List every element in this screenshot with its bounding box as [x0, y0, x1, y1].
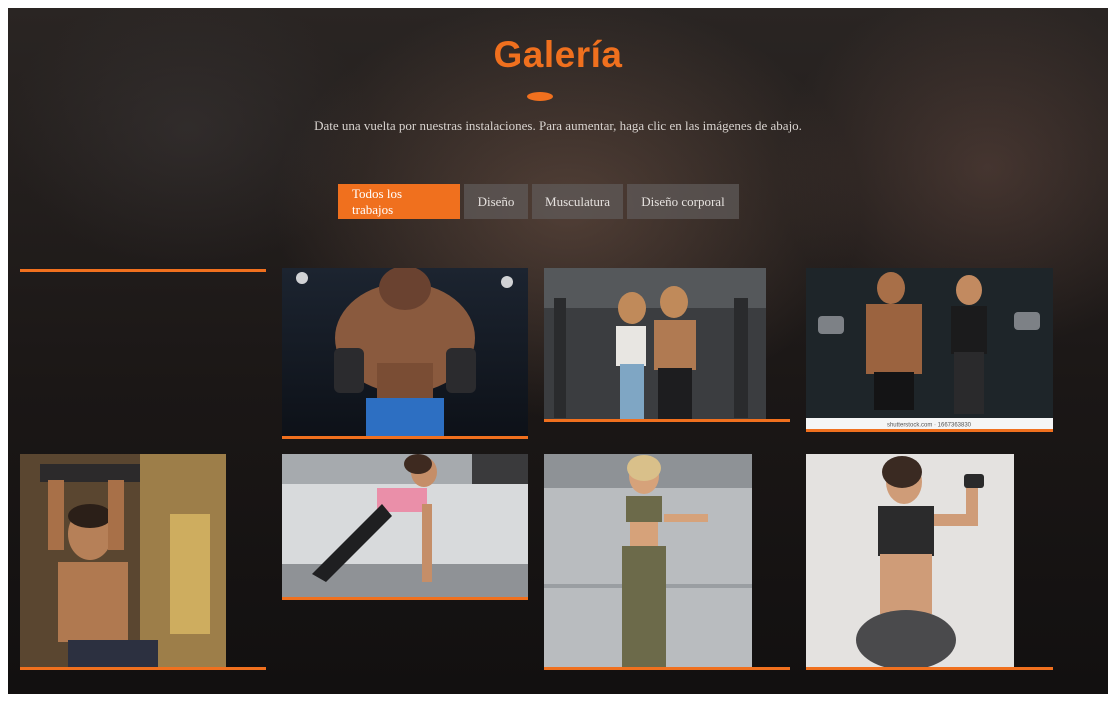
watermark-caption: shutterstock.com · 1667363830	[887, 423, 972, 429]
filter-all-button[interactable]: Todos los trabajos	[338, 184, 460, 219]
gallery-item-woman-pushup[interactable]	[282, 454, 528, 600]
filter-body-design-button[interactable]: Diseño corporal	[627, 184, 739, 219]
gallery-item-couple-gym[interactable]	[544, 268, 790, 422]
gallery-image[interactable]	[544, 268, 766, 419]
gallery-item-man-pullup[interactable]	[20, 454, 266, 670]
gallery-image[interactable]	[544, 454, 752, 667]
gallery-item-bodybuilder[interactable]	[282, 268, 528, 439]
gallery-section: Galería Date una vuelta por nuestras ins…	[8, 8, 1108, 694]
gallery-image[interactable]	[282, 268, 528, 436]
gallery-item-empty	[20, 269, 266, 272]
filter-bar: Todos los trabajos Diseño Musculatura Di…	[338, 184, 739, 219]
page-title: Galería	[493, 34, 623, 75]
gallery-image[interactable]	[282, 454, 528, 597]
title-divider	[527, 92, 553, 101]
filter-design-button[interactable]: Diseño	[464, 184, 528, 219]
gallery-image[interactable]	[806, 454, 1014, 667]
gallery-item-couple-dumbbells[interactable]: shutterstock.com · 1667363830	[806, 268, 1053, 432]
filter-musculature-button[interactable]: Musculatura	[532, 184, 623, 219]
gallery-image[interactable]: shutterstock.com · 1667363830	[806, 268, 1053, 429]
page-subtitle: Date una vuelta por nuestras instalacion…	[314, 118, 802, 133]
gallery-item-woman-athleisure[interactable]	[544, 454, 790, 670]
gallery-image[interactable]	[20, 454, 226, 667]
gallery-item-woman-curl[interactable]	[806, 454, 1053, 670]
